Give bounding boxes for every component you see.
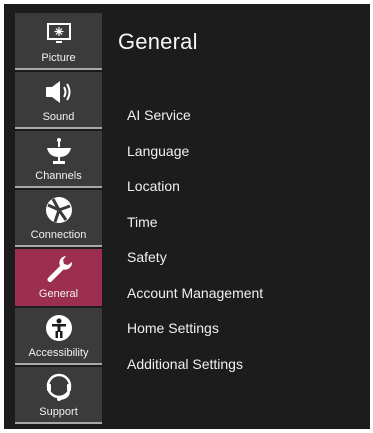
menu-item-home-settings[interactable]: Home Settings [127, 319, 263, 355]
tv-settings-screen: Picture Sound Channels Connection Genera… [4, 4, 370, 429]
sidebar-item-label: Accessibility [28, 347, 89, 359]
sidebar-item-general[interactable]: General [15, 249, 102, 306]
sidebar-item-connection[interactable]: Connection [15, 190, 102, 247]
speaker-icon [15, 77, 102, 107]
sidebar-item-label: Channels [35, 170, 82, 182]
headset-support-icon [15, 372, 102, 402]
menu-item-time[interactable]: Time [127, 213, 263, 249]
menu-item-location[interactable]: Location [127, 177, 263, 213]
satellite-dish-icon [15, 136, 102, 166]
sidebar-item-support[interactable]: Support [15, 367, 102, 424]
general-settings-menu: AI Service Language Location Time Safety… [127, 106, 263, 390]
sidebar-item-label: Support [39, 406, 78, 418]
wrench-icon [15, 254, 102, 284]
menu-item-account-management[interactable]: Account Management [127, 284, 263, 320]
menu-item-additional-settings[interactable]: Additional Settings [127, 355, 263, 391]
menu-item-safety[interactable]: Safety [127, 248, 263, 284]
sidebar-item-picture[interactable]: Picture [15, 13, 102, 70]
menu-item-ai-service[interactable]: AI Service [127, 106, 263, 142]
menu-item-language[interactable]: Language [127, 142, 263, 178]
sidebar-item-label: Connection [30, 229, 87, 241]
network-globe-icon [15, 195, 102, 225]
sidebar-item-channels[interactable]: Channels [15, 131, 102, 188]
settings-sidebar: Picture Sound Channels Connection Genera… [15, 13, 102, 429]
sidebar-item-label: General [38, 288, 79, 300]
sidebar-item-label: Picture [41, 52, 76, 64]
picture-icon [15, 18, 102, 48]
sidebar-item-sound[interactable]: Sound [15, 72, 102, 129]
sidebar-item-label: Sound [42, 111, 75, 123]
page-title: General [118, 29, 198, 54]
accessibility-icon [15, 313, 102, 343]
sidebar-item-accessibility[interactable]: Accessibility [15, 308, 102, 365]
